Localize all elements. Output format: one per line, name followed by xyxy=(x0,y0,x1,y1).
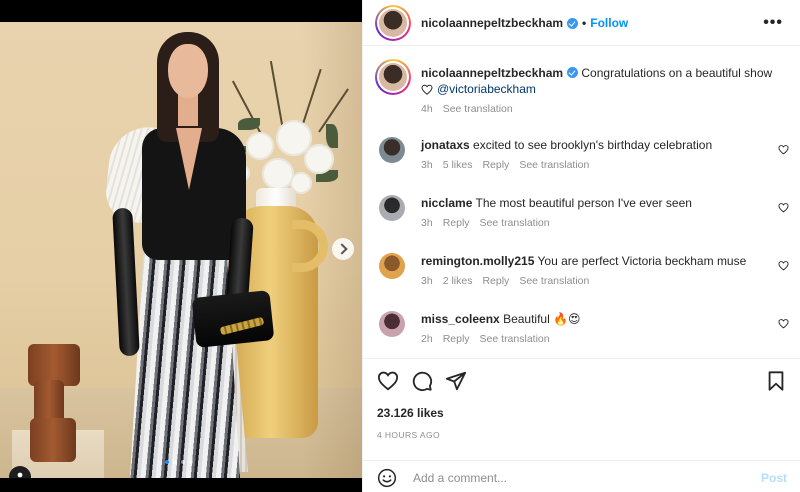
carousel-dot xyxy=(189,460,193,464)
verified-badge-icon xyxy=(567,67,579,78)
carousel-dot xyxy=(173,460,177,464)
commenter-avatar[interactable] xyxy=(379,253,405,279)
comment-text: The most beautiful person I've ever seen xyxy=(475,196,692,210)
comment-see-translation[interactable]: See translation xyxy=(519,159,589,171)
commenter-avatar[interactable] xyxy=(379,137,405,163)
comment-time: 3h xyxy=(421,159,433,171)
author-avatar-ring[interactable] xyxy=(375,4,411,41)
comment-time: 3h xyxy=(421,217,433,229)
comment-like-icon[interactable] xyxy=(778,144,789,155)
carousel-next-button[interactable] xyxy=(332,238,354,260)
comment-text: excited to see brooklyn's birthday celeb… xyxy=(473,138,713,152)
carousel-dot xyxy=(165,460,169,464)
person-figure xyxy=(102,32,282,478)
comment-time: 2h xyxy=(421,333,433,345)
comment-likes[interactable]: 2 likes xyxy=(443,275,473,287)
comment-username[interactable]: remington.molly215 xyxy=(421,254,534,268)
comments-list[interactable]: nicolaannepeltzbeckham Congratulations o… xyxy=(363,47,800,359)
comment-reply[interactable]: Reply xyxy=(482,275,509,287)
comment-icon[interactable] xyxy=(411,370,433,392)
more-icon[interactable]: ••• xyxy=(763,14,783,32)
post-time-ago: 4 HOURS AGO xyxy=(377,430,440,440)
likes-count[interactable]: 23.126 likes xyxy=(377,406,444,420)
comment-reply[interactable]: Reply xyxy=(443,333,470,345)
post-photo-panel xyxy=(0,0,362,492)
heart-outline-icon xyxy=(421,84,433,95)
comment-username[interactable]: miss_coleenx xyxy=(421,312,500,326)
author-username[interactable]: nicolaannepeltzbeckham xyxy=(421,16,563,30)
comment-see-translation[interactable]: See translation xyxy=(480,333,550,345)
follow-button[interactable]: Follow xyxy=(590,16,628,30)
emoji-icon[interactable] xyxy=(377,468,397,488)
instagram-post-modal: nicolaannepeltzbeckham • Follow ••• nico… xyxy=(0,0,800,492)
post-actions xyxy=(363,366,800,398)
share-icon[interactable] xyxy=(445,370,467,392)
add-comment-input[interactable] xyxy=(413,469,733,487)
bookmark-icon[interactable] xyxy=(765,370,787,392)
heart-icon[interactable] xyxy=(377,370,399,392)
post-sidebar: nicolaannepeltzbeckham • Follow ••• nico… xyxy=(362,0,800,492)
post-photo[interactable] xyxy=(0,22,362,478)
comment-reply[interactable]: Reply xyxy=(443,217,470,229)
comment-username[interactable]: jonataxs xyxy=(421,138,470,152)
comment-like-icon[interactable] xyxy=(778,260,789,271)
post-header: nicolaannepeltzbeckham • Follow ••• xyxy=(363,0,800,46)
carousel-dots xyxy=(165,460,193,464)
comment-see-translation[interactable]: See translation xyxy=(480,217,550,229)
author-avatar xyxy=(379,8,407,37)
comment-like-icon[interactable] xyxy=(778,202,789,213)
commenter-avatar[interactable] xyxy=(379,195,405,221)
comment-like-icon[interactable] xyxy=(778,318,789,329)
add-comment-bar: Post xyxy=(363,460,800,492)
comment-likes[interactable]: 5 likes xyxy=(443,159,473,171)
comment-text: You are perfect Victoria beckham muse xyxy=(537,254,747,268)
header-separator: • xyxy=(582,15,587,30)
comment-username[interactable]: nicclame xyxy=(421,196,472,210)
verified-badge-icon xyxy=(567,18,579,29)
caption-avatar-ring[interactable] xyxy=(375,59,411,95)
commenter-avatar[interactable] xyxy=(379,311,405,337)
comment-time: 3h xyxy=(421,275,433,287)
caption-text: Congratulations on a beautiful show xyxy=(581,66,773,80)
comment-see-translation[interactable]: See translation xyxy=(519,275,589,287)
caption-see-translation[interactable]: See translation xyxy=(443,103,513,115)
user-tag-icon xyxy=(17,472,23,478)
comment-text: Beautiful 🔥😍 xyxy=(503,312,581,326)
carousel-dot xyxy=(181,460,185,464)
wood-sculpture xyxy=(26,344,82,464)
comment-reply[interactable]: Reply xyxy=(482,159,509,171)
caption-time: 4h xyxy=(421,103,433,115)
caption-mention[interactable]: @victoriabeckham xyxy=(437,81,536,97)
post-comment-button[interactable]: Post xyxy=(761,471,787,485)
caption-username[interactable]: nicolaannepeltzbeckham xyxy=(421,66,563,80)
caption-avatar xyxy=(379,63,407,91)
